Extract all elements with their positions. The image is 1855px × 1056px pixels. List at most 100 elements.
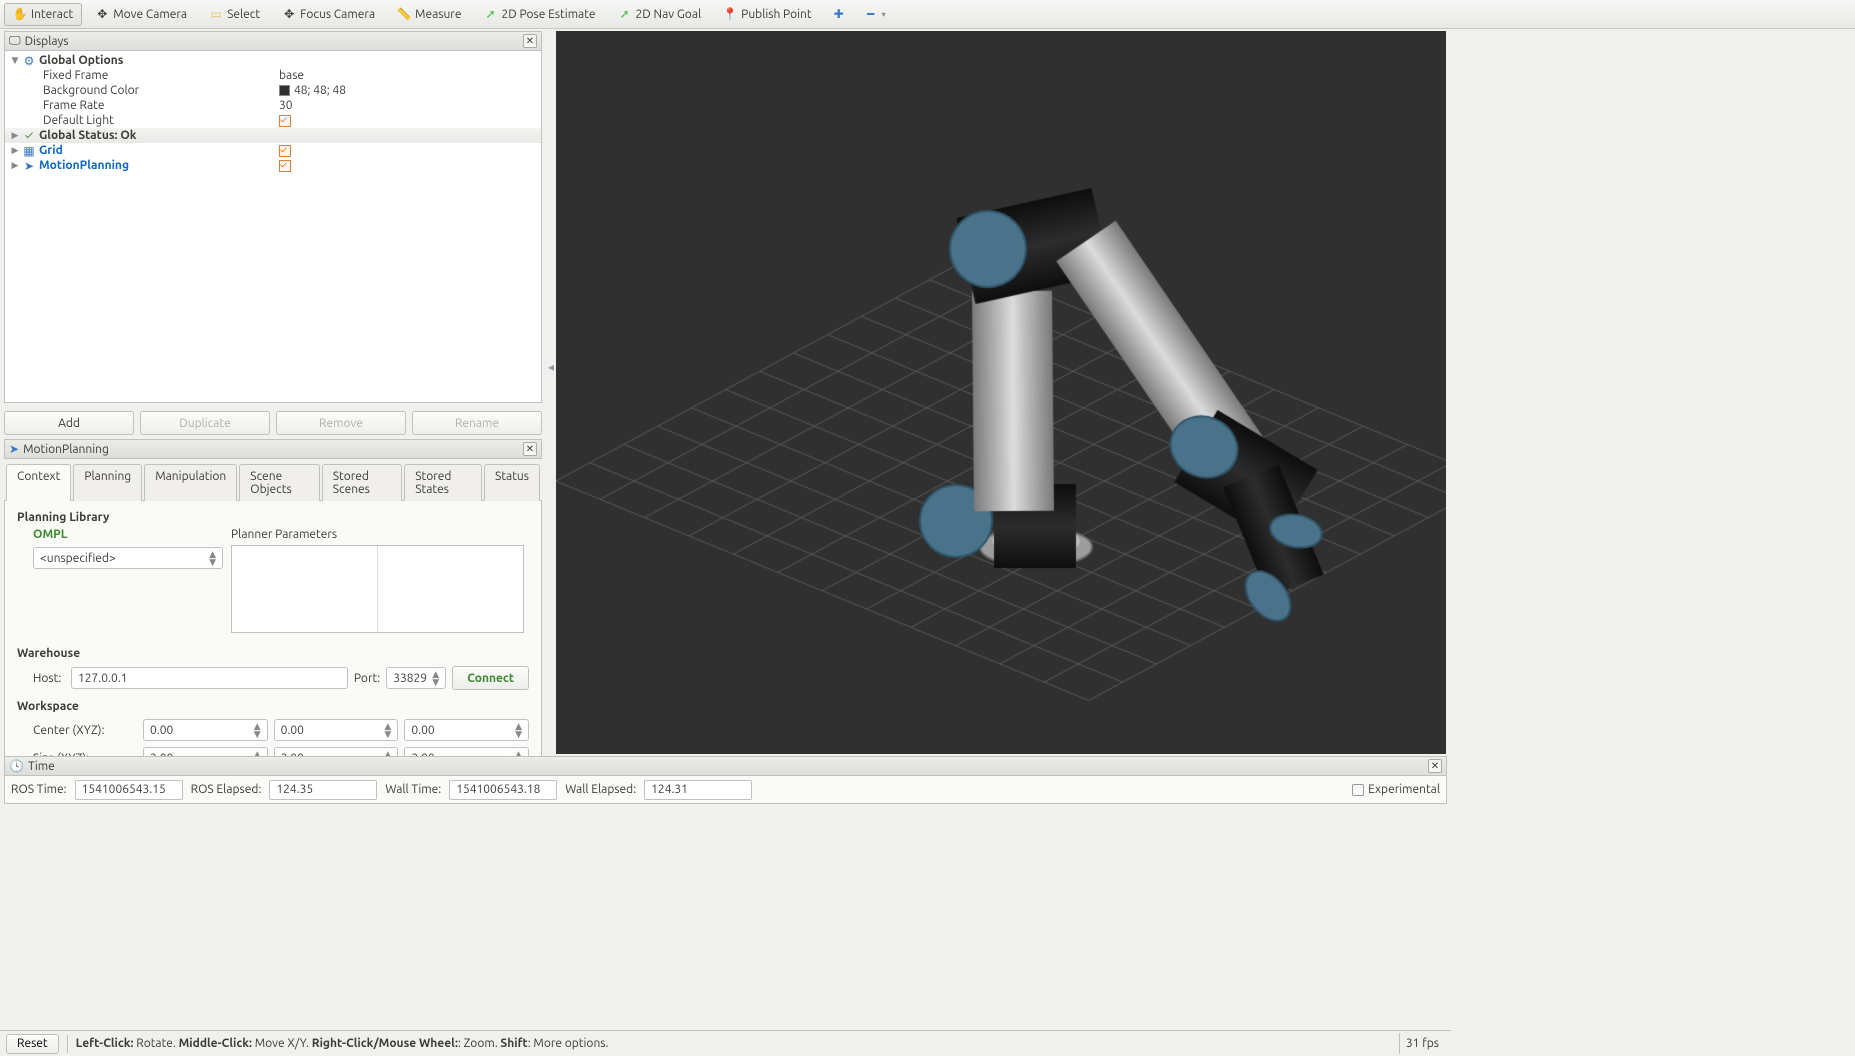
center-y-input[interactable]: 0.00▲▼ bbox=[274, 719, 399, 741]
remove-tool-button[interactable]: ━ ▾ bbox=[857, 3, 893, 26]
status-hint: Left-Click: Rotate. Middle-Click: Move X… bbox=[76, 1037, 609, 1050]
status-bar: Reset Left-Click: Rotate. Middle-Click: … bbox=[0, 1030, 1451, 1056]
ompl-label: OMPL bbox=[17, 528, 217, 541]
minus-icon: ━ bbox=[864, 7, 878, 21]
close-icon[interactable]: ✕ bbox=[523, 442, 537, 456]
remove-button[interactable]: Remove bbox=[276, 411, 406, 435]
tab-status[interactable]: Status bbox=[484, 464, 540, 501]
ros-time-label: ROS Time: bbox=[11, 783, 67, 796]
move-camera-label: Move Camera bbox=[113, 8, 187, 21]
close-icon[interactable]: ✕ bbox=[1428, 759, 1442, 773]
wall-time-label: Wall Time: bbox=[385, 783, 441, 796]
host-input[interactable]: 127.0.0.1 bbox=[71, 667, 348, 689]
experimental-label: Experimental bbox=[1368, 783, 1440, 796]
interact-button[interactable]: ✋ Interact bbox=[4, 3, 82, 26]
render-view[interactable] bbox=[556, 31, 1446, 754]
publish-point-button[interactable]: 📍 Publish Point bbox=[714, 3, 820, 26]
tab-body-context: Planning Library OMPL <unspecified> ▲▼ P… bbox=[4, 501, 542, 769]
pin-icon: 📍 bbox=[723, 7, 737, 21]
center-z-input[interactable]: 0.00▲▼ bbox=[404, 719, 529, 741]
frame-rate-value[interactable]: 30 bbox=[279, 99, 293, 112]
bg-color-value[interactable]: 48; 48; 48 bbox=[279, 84, 346, 97]
displays-tree[interactable]: ▼ ⚙ Global Options Fixed Frame base Back… bbox=[4, 51, 542, 403]
nav-goal-button[interactable]: ➚ 2D Nav Goal bbox=[609, 3, 711, 26]
planner-params-heading: Planner Parameters bbox=[231, 528, 524, 541]
ros-elapsed-label: ROS Elapsed: bbox=[191, 783, 262, 796]
planner-select[interactable]: <unspecified> ▲▼ bbox=[33, 547, 223, 569]
tree-global-status[interactable]: ▶ ✓ Global Status: Ok bbox=[5, 128, 541, 143]
interact-label: Interact bbox=[31, 8, 73, 21]
tab-stored-states[interactable]: Stored States bbox=[404, 464, 482, 501]
duplicate-button[interactable]: Duplicate bbox=[140, 411, 270, 435]
gear-icon: ⚙ bbox=[21, 54, 37, 68]
chevron-right-icon[interactable]: ▶ bbox=[9, 130, 21, 141]
check-icon: ✓ bbox=[21, 129, 37, 142]
tab-stored-scenes[interactable]: Stored Scenes bbox=[322, 464, 402, 501]
time-panel: 🕓 Time ✕ ROS Time: 1541006543.15 ROS Ela… bbox=[4, 756, 1447, 804]
focus-icon: ✥ bbox=[282, 7, 296, 21]
connect-button[interactable]: Connect bbox=[452, 666, 529, 690]
add-tool-button[interactable]: ✚ bbox=[825, 3, 853, 26]
spinner-icon[interactable]: ▲▼ bbox=[432, 670, 439, 686]
measure-button[interactable]: 📏 Measure bbox=[388, 3, 470, 26]
arrow-green-icon: ➚ bbox=[618, 7, 632, 21]
add-button[interactable]: Add bbox=[4, 411, 134, 435]
planner-params-table[interactable] bbox=[231, 545, 524, 633]
tab-scene-objects[interactable]: Scene Objects bbox=[239, 464, 319, 501]
tree-frame-rate[interactable]: Frame Rate 30 bbox=[5, 98, 541, 113]
measure-label: Measure bbox=[415, 8, 461, 21]
port-label: Port: bbox=[354, 672, 380, 685]
chevron-right-icon[interactable]: ▶ bbox=[9, 160, 21, 171]
tree-global-options[interactable]: ▼ ⚙ Global Options bbox=[5, 53, 541, 68]
workspace-heading: Workspace bbox=[17, 700, 529, 713]
motion-icon: ➤ bbox=[21, 159, 37, 173]
fixed-frame-value[interactable]: base bbox=[279, 69, 304, 82]
nav-goal-label: 2D Nav Goal bbox=[636, 8, 702, 21]
wall-time-field[interactable]: 1541006543.18 bbox=[449, 780, 557, 800]
ros-elapsed-field[interactable]: 124.35 bbox=[269, 780, 377, 800]
publish-point-label: Publish Point bbox=[741, 8, 811, 21]
wall-elapsed-field[interactable]: 124.31 bbox=[644, 780, 752, 800]
tab-planning[interactable]: Planning bbox=[73, 464, 142, 501]
plus-icon: ✚ bbox=[832, 7, 846, 21]
move-camera-button[interactable]: ✥ Move Camera bbox=[86, 3, 196, 26]
tree-motion-planning[interactable]: ▶ ➤ MotionPlanning bbox=[5, 158, 541, 173]
splitter-handle[interactable]: ◂ bbox=[548, 360, 554, 420]
select-button[interactable]: ▭ Select bbox=[200, 3, 269, 26]
time-title: Time bbox=[28, 760, 55, 773]
experimental-checkbox[interactable] bbox=[1352, 784, 1364, 796]
chevron-down-icon[interactable]: ▼ bbox=[9, 55, 21, 66]
ros-time-field[interactable]: 1541006543.15 bbox=[75, 780, 183, 800]
planning-library-heading: Planning Library bbox=[17, 511, 529, 524]
motion-planning-checkbox[interactable] bbox=[279, 160, 291, 172]
arrow-green-icon: ➚ bbox=[483, 7, 497, 21]
center-x-input[interactable]: 0.00▲▼ bbox=[143, 719, 268, 741]
close-icon[interactable]: ✕ bbox=[523, 34, 537, 48]
move-icon: ✥ bbox=[95, 7, 109, 21]
motion-planning-title: MotionPlanning bbox=[23, 443, 109, 456]
spinner-icon[interactable]: ▲▼ bbox=[254, 722, 261, 738]
chevron-updown-icon: ▲▼ bbox=[209, 550, 216, 566]
pose-estimate-label: 2D Pose Estimate bbox=[501, 8, 595, 21]
port-input[interactable]: 33829▲▼ bbox=[386, 667, 446, 689]
default-light-checkbox[interactable] bbox=[279, 115, 291, 127]
time-body: ROS Time: 1541006543.15 ROS Elapsed: 124… bbox=[4, 776, 1447, 804]
focus-camera-button[interactable]: ✥ Focus Camera bbox=[273, 3, 384, 26]
motion-planning-panel-header: ➤ MotionPlanning ✕ bbox=[4, 439, 542, 459]
tree-default-light[interactable]: Default Light bbox=[5, 113, 541, 128]
tree-bg-color[interactable]: Background Color 48; 48; 48 bbox=[5, 83, 541, 98]
tab-context[interactable]: Context bbox=[6, 464, 71, 501]
wall-elapsed-label: Wall Elapsed: bbox=[565, 783, 636, 796]
tree-fixed-frame[interactable]: Fixed Frame base bbox=[5, 68, 541, 83]
tab-manipulation[interactable]: Manipulation bbox=[144, 464, 237, 501]
pose-estimate-button[interactable]: ➚ 2D Pose Estimate bbox=[474, 3, 604, 26]
tree-grid[interactable]: ▶ ▦ Grid bbox=[5, 143, 541, 158]
displays-button-row: Add Duplicate Remove Rename bbox=[4, 411, 542, 437]
grid-checkbox[interactable] bbox=[279, 145, 291, 157]
grid-icon: ▦ bbox=[21, 144, 37, 158]
rename-button[interactable]: Rename bbox=[412, 411, 542, 435]
spinner-icon[interactable]: ▲▼ bbox=[515, 722, 522, 738]
spinner-icon[interactable]: ▲▼ bbox=[384, 722, 391, 738]
reset-button[interactable]: Reset bbox=[6, 1034, 59, 1054]
chevron-right-icon[interactable]: ▶ bbox=[9, 145, 21, 156]
